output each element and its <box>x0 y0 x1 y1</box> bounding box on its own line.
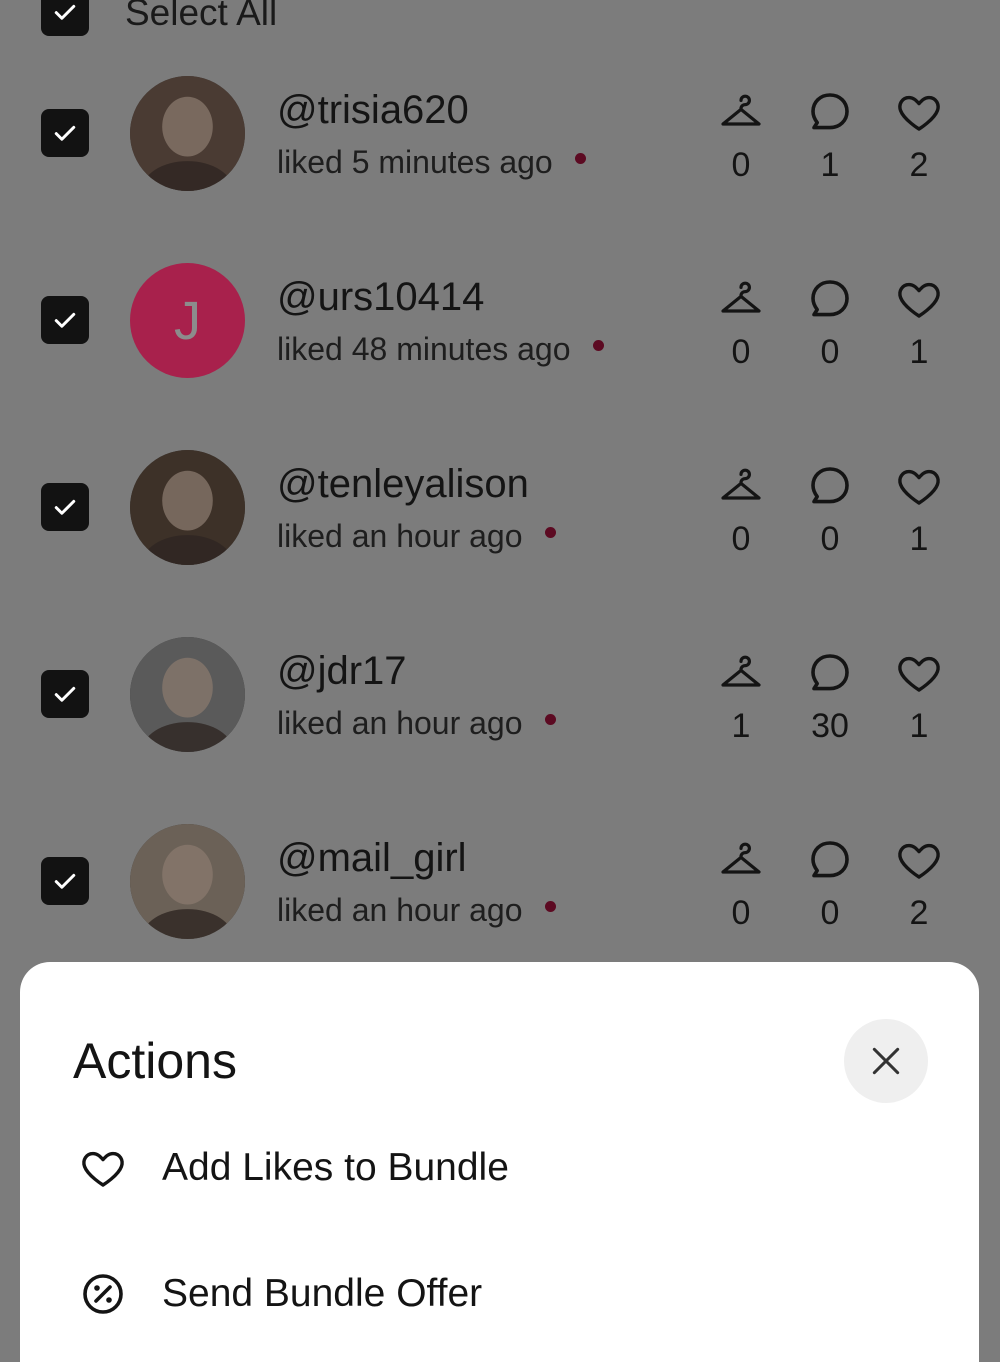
hanger-count: 0 <box>731 333 751 371</box>
username[interactable]: @tenleyalison <box>277 462 529 507</box>
heart-count: 2 <box>909 146 929 184</box>
row-checkbox[interactable] <box>41 296 89 344</box>
activity-text: liked an hour ago <box>277 518 556 555</box>
comment-icon <box>806 88 854 136</box>
unread-dot <box>544 901 556 913</box>
row-checkbox[interactable] <box>41 857 89 905</box>
avatar[interactable] <box>130 450 245 565</box>
hanger-icon <box>717 649 765 697</box>
row-checkbox[interactable] <box>41 670 89 718</box>
send-bundle-offer-label: Send Bundle Offer <box>162 1272 483 1315</box>
checkmark-icon <box>50 866 80 896</box>
select-all-row[interactable]: Select All <box>0 0 1000 50</box>
avatar-initial: J <box>174 290 201 351</box>
checkmark-icon <box>54 4 76 20</box>
unread-dot <box>544 714 556 726</box>
activity-label: liked an hour ago <box>277 705 523 741</box>
comment-count: 0 <box>820 333 840 371</box>
avatar[interactable] <box>130 76 245 191</box>
heart-icon <box>895 275 943 323</box>
username[interactable]: @trisia620 <box>277 88 469 133</box>
avatar[interactable] <box>130 637 245 752</box>
activity-label: liked 48 minutes ago <box>277 331 571 367</box>
heart-icon <box>895 88 943 136</box>
sheet-title: Actions <box>73 1033 237 1089</box>
user-row[interactable]: J @urs10414 liked 48 minutes ago 0 0 1 <box>0 263 1000 450</box>
hanger-icon <box>717 88 765 136</box>
user-row[interactable]: @jdr17 liked an hour ago 1 30 1 <box>0 637 1000 824</box>
activity-label: liked an hour ago <box>277 518 523 554</box>
actions-sheet: Actions Add Likes to Bundle Send Bundle … <box>20 962 979 1362</box>
select-all-checkbox[interactable] <box>41 0 89 36</box>
hanger-count: 1 <box>731 707 751 745</box>
comment-count: 30 <box>811 707 849 745</box>
username[interactable]: @jdr17 <box>277 649 407 694</box>
hanger-icon <box>717 275 765 323</box>
heart-icon <box>895 649 943 697</box>
select-all-label: Select All <box>125 0 278 33</box>
heart-icon <box>895 836 943 884</box>
activity-label: liked 5 minutes ago <box>277 144 553 180</box>
activity-text: liked an hour ago <box>277 892 556 929</box>
hanger-count: 0 <box>731 520 751 558</box>
heart-count: 1 <box>909 707 929 745</box>
checkmark-icon <box>50 118 80 148</box>
comment-icon <box>806 836 854 884</box>
activity-text: liked 5 minutes ago <box>277 144 586 181</box>
comment-count: 1 <box>820 146 840 184</box>
user-row[interactable]: @tenleyalison liked an hour ago 0 0 1 <box>0 450 1000 637</box>
heart-count: 2 <box>909 894 929 932</box>
heart-count: 1 <box>909 333 929 371</box>
heart-icon <box>895 462 943 510</box>
unread-dot <box>544 527 556 539</box>
hanger-icon <box>717 462 765 510</box>
row-checkbox[interactable] <box>41 483 89 531</box>
percent-badge-icon <box>79 1270 127 1318</box>
avatar[interactable] <box>130 824 245 939</box>
comment-count: 0 <box>820 894 840 932</box>
unread-dot <box>574 153 586 165</box>
activity-label: liked an hour ago <box>277 892 523 928</box>
username[interactable]: @urs10414 <box>277 275 484 320</box>
add-likes-to-bundle-label: Add Likes to Bundle <box>162 1146 509 1189</box>
username[interactable]: @mail_girl <box>277 836 467 881</box>
add-likes-to-bundle-action[interactable]: Add Likes to Bundle <box>75 1134 935 1204</box>
checkmark-icon <box>50 679 80 709</box>
activity-text: liked 48 minutes ago <box>277 331 604 368</box>
heart-icon <box>79 1144 127 1192</box>
activity-text: liked an hour ago <box>277 705 556 742</box>
user-row[interactable]: @trisia620 liked 5 minutes ago 0 1 2 <box>0 76 1000 263</box>
comment-count: 0 <box>820 520 840 558</box>
send-bundle-offer-action[interactable]: Send Bundle Offer <box>75 1260 935 1330</box>
avatar[interactable]: J <box>130 263 245 378</box>
unread-dot <box>592 340 604 352</box>
checkmark-icon <box>50 492 80 522</box>
row-checkbox[interactable] <box>41 109 89 157</box>
hanger-icon <box>717 836 765 884</box>
hanger-count: 0 <box>731 894 751 932</box>
heart-count: 1 <box>909 520 929 558</box>
comment-icon <box>806 275 854 323</box>
close-button[interactable] <box>844 1019 928 1103</box>
checkmark-icon <box>50 305 80 335</box>
comment-icon <box>806 462 854 510</box>
comment-icon <box>806 649 854 697</box>
close-icon <box>872 1047 900 1075</box>
hanger-count: 0 <box>731 146 751 184</box>
